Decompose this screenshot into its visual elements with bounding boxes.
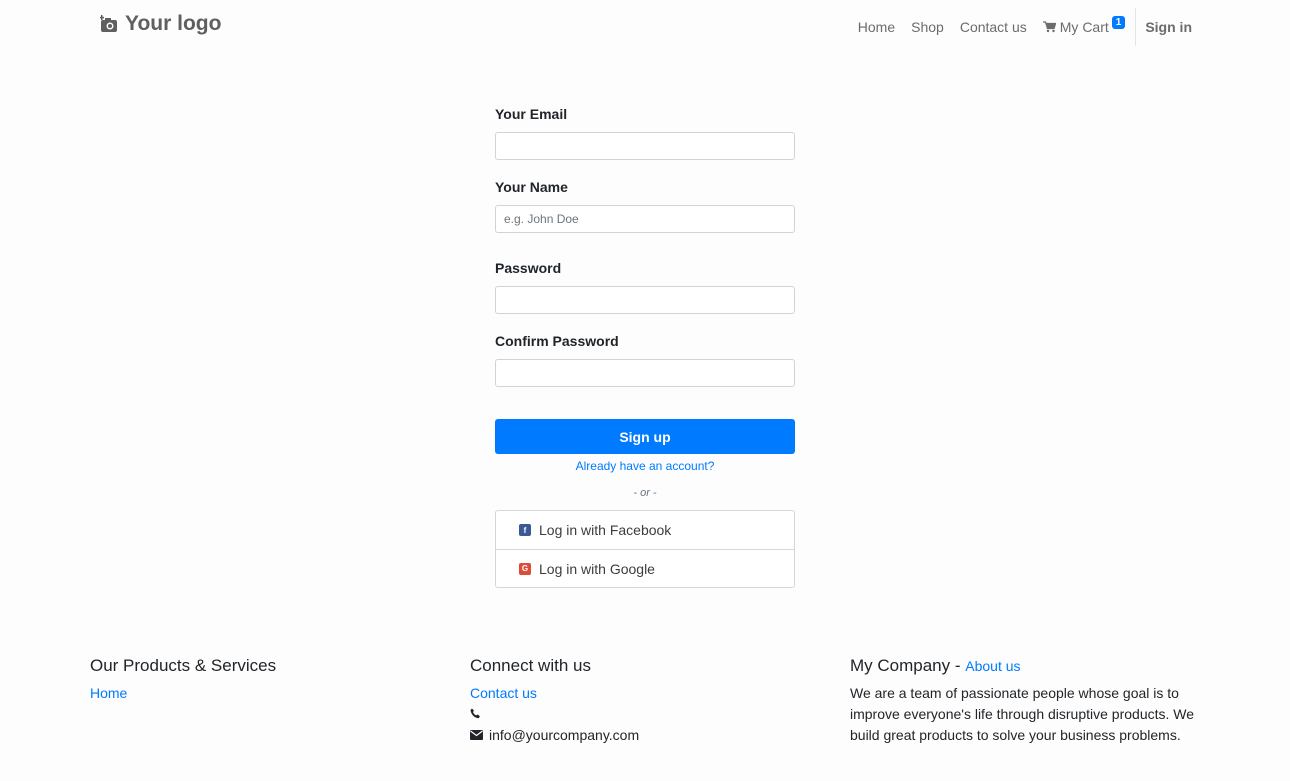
footer-phone [470, 703, 639, 724]
footer-connect: Connect with us Contact us info@yourcomp… [470, 655, 639, 745]
footer-email-text[interactable]: info@yourcompany.com [489, 727, 639, 743]
footer-company-title: My Company [850, 656, 951, 675]
name-field[interactable] [495, 205, 795, 233]
sign-up-button[interactable]: Sign up [495, 419, 795, 454]
footer-home-link[interactable]: Home [90, 683, 276, 703]
footer-company-description: We are a team of passionate people whose… [850, 685, 1195, 743]
facebook-icon: f [519, 524, 531, 536]
sign-in-link[interactable]: Sign in [1136, 19, 1192, 35]
confirm-password-label: Confirm Password [495, 333, 619, 349]
footer-contact-link[interactable]: Contact us [470, 683, 639, 703]
cart-label: My Cart [1059, 19, 1109, 35]
google-login-button[interactable]: G Log in with Google [496, 549, 794, 587]
footer-company: My Company - About us We are a team of p… [850, 655, 1195, 746]
nav-home[interactable]: Home [850, 19, 903, 35]
social-login-list: f Log in with Facebook G Log in with Goo… [495, 510, 795, 588]
envelope-icon [470, 729, 483, 740]
password-field[interactable] [495, 286, 795, 314]
nav-shop[interactable]: Shop [903, 19, 952, 35]
main-nav: Home Shop Contact us My Cart 1 Sign in [850, 8, 1192, 46]
navbar: Your logo Home Shop Contact us My Cart 1… [0, 0, 1290, 54]
logo[interactable]: Your logo [100, 12, 221, 36]
camera-icon [100, 15, 117, 32]
logo-text: Your logo [125, 12, 222, 35]
nav-my-cart[interactable]: My Cart 1 [1035, 15, 1134, 35]
email-field[interactable] [495, 132, 795, 160]
footer-email: info@yourcompany.com [470, 724, 639, 745]
about-us-link[interactable]: About us [965, 658, 1020, 674]
facebook-login-button[interactable]: f Log in with Facebook [496, 511, 794, 549]
confirm-password-field[interactable] [495, 359, 795, 387]
email-label: Your Email [495, 106, 568, 122]
footer-company-heading: My Company - About us [850, 655, 1195, 677]
footer-company-separator: - [950, 656, 966, 675]
or-separator: - or - [633, 487, 657, 499]
cart-count-badge: 1 [1111, 15, 1126, 29]
phone-icon [470, 708, 480, 719]
signup-form: Your Email Your Name Password Confirm Pa… [495, 104, 795, 387]
nav-contact-us[interactable]: Contact us [952, 19, 1035, 35]
facebook-login-label: Log in with Facebook [539, 522, 672, 538]
password-label: Password [495, 260, 562, 276]
google-login-label: Log in with Google [539, 560, 655, 577]
name-label: Your Name [495, 179, 568, 195]
google-plus-icon: G [519, 562, 531, 575]
cart-icon [1042, 21, 1056, 33]
footer-products-title: Our Products & Services [90, 656, 277, 675]
already-have-account-link[interactable]: Already have an account? [495, 459, 795, 473]
footer-products: Our Products & Services Home [90, 655, 276, 703]
footer-connect-title: Connect with us [470, 656, 591, 675]
